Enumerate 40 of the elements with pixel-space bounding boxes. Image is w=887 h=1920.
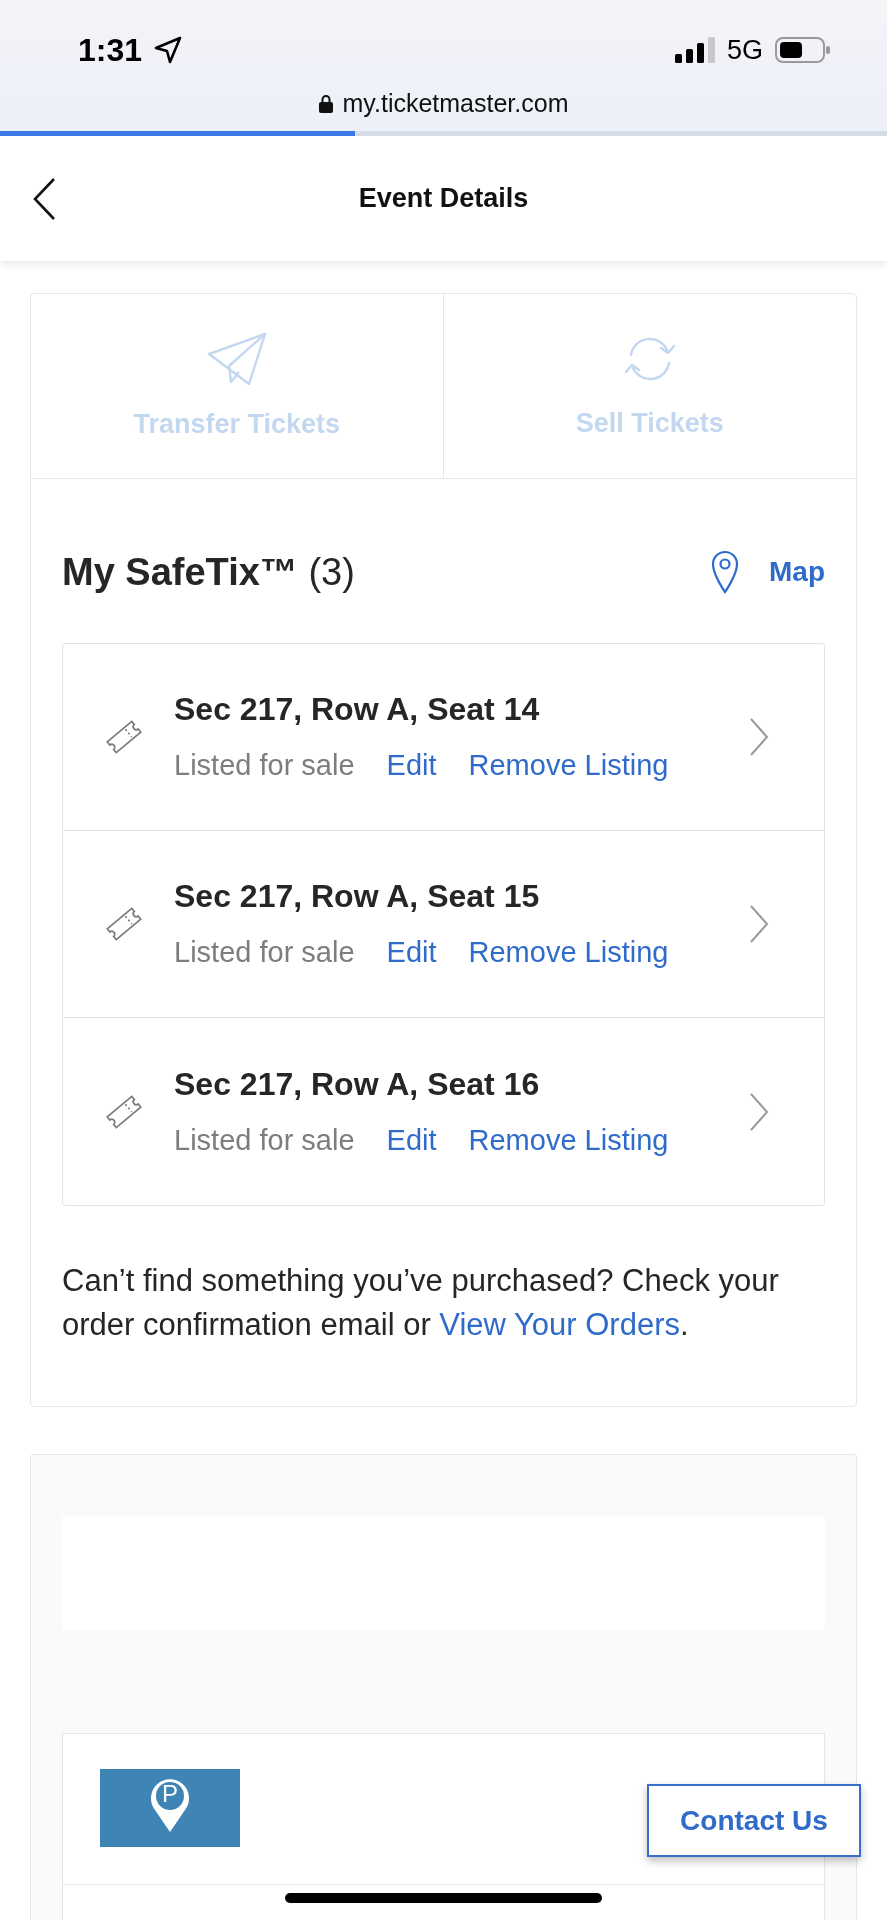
ticket-row[interactable]: Sec 217, Row A, Seat 15 Listed for sale Edit Remove Listing [63, 831, 824, 1018]
back-chevron-icon [32, 176, 56, 221]
contact-us-button[interactable]: Contact Us [647, 1784, 861, 1857]
edit-link[interactable]: Edit [386, 932, 437, 972]
edit-link[interactable]: Edit [386, 745, 437, 785]
location-arrow-icon [154, 36, 183, 64]
lock-icon [318, 94, 333, 113]
chevron-right-icon [749, 717, 769, 757]
view-orders-link[interactable]: View Your Orders [439, 1307, 680, 1342]
remove-listing-link[interactable]: Remove Listing [468, 932, 669, 972]
listing-status: Listed for sale [174, 935, 355, 970]
paper-plane-icon [206, 332, 267, 386]
ticket-row[interactable]: Sec 217, Row A, Seat 14 Listed for sale Edit Remove Listing [63, 644, 824, 831]
parking-letter: P [161, 1780, 179, 1808]
url-text: my.ticketmaster.com [342, 89, 569, 118]
battery-icon [775, 37, 831, 63]
chevron-right-icon [749, 904, 769, 944]
page-title: Event Details [357, 183, 530, 214]
seat-title: Sec 217, Row A, Seat 14 [174, 690, 541, 729]
chevron-right-icon [749, 1091, 769, 1132]
section-heading: My SafeTix™ (3) [62, 550, 355, 594]
ticket-icon [105, 905, 143, 943]
seat-title: Sec 217, Row A, Seat 16 [174, 1064, 541, 1104]
map-pin-icon [150, 1777, 190, 1833]
signal-icon [674, 37, 715, 63]
seat-title: Sec 217, Row A, Seat 15 [174, 877, 541, 916]
edit-link[interactable]: Edit [386, 1119, 437, 1160]
orders-note: Can’t find something you’ve purchased? Check your order confirmation email or View Your Orders. [62, 1262, 780, 1344]
listing-status: Listed for sale [174, 1122, 355, 1158]
map-pin-icon [711, 550, 739, 594]
ticket-icon [105, 1092, 143, 1131]
ticket-icon [105, 718, 143, 756]
remove-listing-link[interactable]: Remove Listing [468, 745, 669, 785]
remove-listing-link[interactable]: Remove Listing [468, 1119, 669, 1160]
status-time: 1:31 [78, 31, 143, 69]
back-button[interactable] [32, 176, 56, 221]
ticket-row[interactable]: Sec 217, Row A, Seat 16 Listed for sale Edit Remove Listing [63, 1018, 824, 1205]
map-link[interactable]: Map [711, 550, 825, 594]
network-label: 5G [726, 34, 763, 66]
listing-status: Listed for sale [174, 748, 355, 783]
